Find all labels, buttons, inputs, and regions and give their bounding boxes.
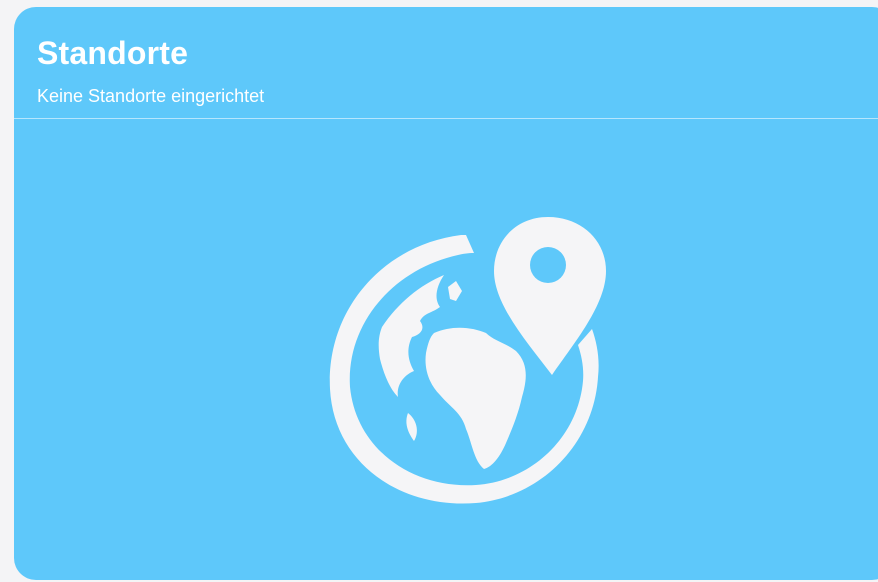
- card-header: Standorte Keine Standorte eingerichtet: [14, 7, 878, 119]
- card-subtitle: Keine Standorte eingerichtet: [37, 86, 265, 106]
- card-title: Standorte: [37, 35, 189, 71]
- locations-card[interactable]: Standorte Keine Standorte eingerichtet: [14, 7, 878, 580]
- globe-with-location-pin-icon: [316, 217, 606, 512]
